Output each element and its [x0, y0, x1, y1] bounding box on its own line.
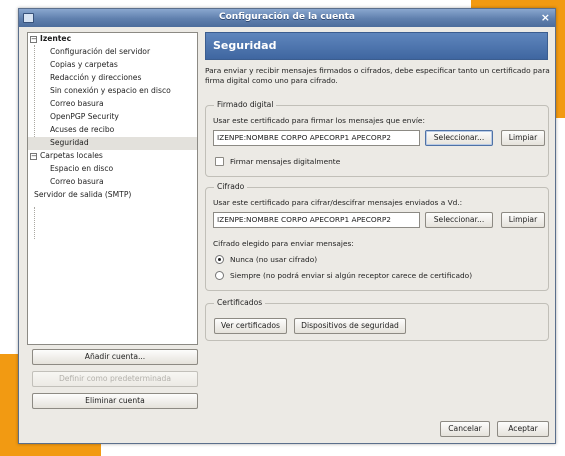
sign-messages-label[interactable]: Firmar mensajes digitalmente — [230, 157, 340, 166]
tree-item-label: OpenPGP Security — [50, 112, 119, 121]
encryption-cert-field[interactable]: IZENPE:NOMBRE CORPO APECORP1 APECORP2 — [213, 212, 420, 228]
encryption-group: Cifrado Usar este certificado para cifra… — [205, 182, 549, 291]
section-header: Seguridad — [205, 32, 548, 60]
encryption-choice-label: Cifrado elegido para enviar mensajes: — [213, 239, 354, 248]
security-intro-text: Para enviar y recibir mensajes firmados … — [205, 66, 550, 85]
tree-item-label: Izentec — [40, 34, 72, 43]
security-devices-button[interactable]: Dispositivos de seguridad — [294, 318, 406, 334]
signing-select-button[interactable]: Seleccionar... — [425, 130, 493, 146]
encrypt-always-label[interactable]: Siempre (no podrá enviar si algún recept… — [230, 271, 472, 280]
tree-item-label: Copias y carpetas — [50, 60, 118, 69]
cancel-button[interactable]: Cancelar — [440, 421, 490, 437]
encrypt-always-radio[interactable] — [215, 271, 224, 280]
account-settings-dialog: Configuración de la cuenta × − Izentec C… — [18, 8, 556, 444]
tree-item-local-junk[interactable]: Correo basura — [28, 176, 197, 189]
encrypt-never-label[interactable]: Nunca (no usar cifrado) — [230, 255, 317, 264]
tree-item-disk-space[interactable]: Espacio en disco — [28, 163, 197, 176]
digital-signing-group: Firmado digital Usar este certificado pa… — [205, 100, 549, 177]
tree-item-smtp[interactable]: Servidor de salida (SMTP) — [28, 189, 197, 202]
group-title: Firmado digital — [214, 100, 277, 109]
tree-item-label: Correo basura — [50, 177, 104, 186]
certificates-group: Certificados Ver certificados Dispositiv… — [205, 298, 549, 341]
tree-item-label: Servidor de salida (SMTP) — [34, 190, 132, 199]
tree-item-label: Sin conexión y espacio en disco — [50, 86, 171, 95]
tree-item-composition[interactable]: Redacción y direcciones — [28, 72, 197, 85]
sign-messages-checkbox[interactable] — [215, 157, 224, 166]
tree-item-account[interactable]: − Izentec — [28, 33, 197, 46]
tree-item-label: Acuses de recibo — [50, 125, 115, 134]
encryption-clear-button[interactable]: Limpiar — [501, 212, 545, 228]
tree-item-label: Seguridad — [50, 138, 89, 147]
tree-item-openpgp[interactable]: OpenPGP Security — [28, 111, 197, 124]
set-default-button[interactable]: Definir como predeterminada — [32, 371, 198, 387]
tree-item-junk[interactable]: Correo basura — [28, 98, 197, 111]
collapse-icon[interactable]: − — [30, 153, 37, 160]
tree-item-label: Espacio en disco — [50, 164, 114, 173]
tree-item-security[interactable]: Seguridad — [28, 137, 197, 150]
tree-item-copies-folders[interactable]: Copias y carpetas — [28, 59, 197, 72]
signing-cert-label: Usar este certificado para firmar los me… — [213, 116, 425, 125]
tree-item-label: Correo basura — [50, 99, 104, 108]
encryption-select-button[interactable]: Seleccionar... — [425, 212, 493, 228]
tree-item-receipts[interactable]: Acuses de recibo — [28, 124, 197, 137]
tree-item-label: Carpetas locales — [40, 151, 103, 160]
signing-clear-button[interactable]: Limpiar — [501, 130, 545, 146]
encrypt-never-radio[interactable] — [215, 255, 224, 264]
tree-item-label: Redacción y direcciones — [50, 73, 142, 82]
remove-account-button[interactable]: Eliminar cuenta — [32, 393, 198, 409]
group-title: Cifrado — [214, 182, 248, 191]
group-title: Certificados — [214, 298, 266, 307]
tree-item-label: Configuración del servidor — [50, 47, 151, 56]
view-certificates-button[interactable]: Ver certificados — [214, 318, 287, 334]
signing-cert-field[interactable]: IZENPE:NOMBRE CORPO APECORP1 APECORP2 — [213, 130, 420, 146]
account-tree[interactable]: − Izentec Configuración del servidor Cop… — [27, 32, 198, 345]
title-bar[interactable]: Configuración de la cuenta × — [19, 9, 555, 27]
close-icon[interactable]: × — [541, 11, 550, 24]
tree-item-server-settings[interactable]: Configuración del servidor — [28, 46, 197, 59]
tree-item-local-folders[interactable]: − Carpetas locales — [28, 150, 197, 163]
tree-connector — [34, 207, 35, 239]
add-account-button[interactable]: Añadir cuenta... — [32, 349, 198, 365]
collapse-icon[interactable]: − — [30, 36, 37, 43]
window-title: Configuración de la cuenta — [219, 12, 355, 22]
encryption-cert-label: Usar este certificado para cifrar/descif… — [213, 198, 463, 207]
tree-item-offline-disk[interactable]: Sin conexión y espacio en disco — [28, 85, 197, 98]
accept-button[interactable]: Aceptar — [497, 421, 549, 437]
